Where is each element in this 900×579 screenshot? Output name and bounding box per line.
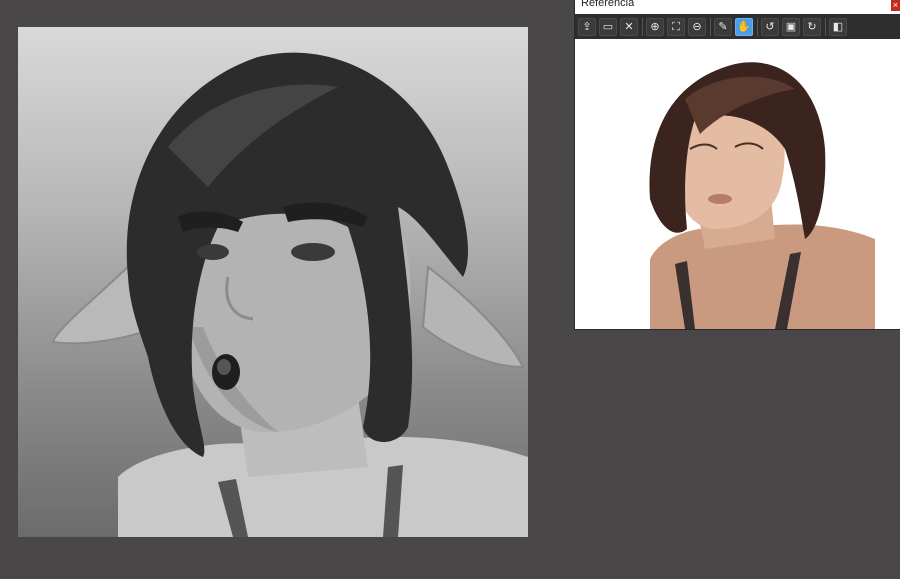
zoom-in-icon[interactable]: ⊕ [646,17,664,36]
rotate-right-icon[interactable]: ↻ [803,17,821,36]
eyedropper-icon[interactable]: ✎ [714,17,732,36]
flip-icon[interactable]: ◧ [829,17,847,36]
reference-titlebar[interactable]: Referencia × [575,0,900,14]
reference-portrait [649,62,875,329]
close-window-button[interactable]: × [891,0,900,11]
fit-icon[interactable]: ▣ [782,17,800,36]
toolbar-divider [757,17,758,36]
reference-toolbar: ⇪ ▭ ✕ ⊕ ⛶ ⊖ ✎ ✋ ↺ ▣ ↻ ◧ [575,14,900,39]
import-icon[interactable]: ⇪ [578,17,596,36]
reference-window[interactable]: Referencia × ⇪ ▭ ✕ ⊕ ⛶ ⊖ ✎ ✋ ↺ ▣ ↻ ◧ [575,0,900,329]
toolbar-divider [642,17,643,36]
close-icon[interactable]: ✕ [620,17,638,36]
toolbar-divider [825,17,826,36]
open-folder-icon[interactable]: ▭ [599,17,617,36]
hand-icon[interactable]: ✋ [735,17,753,36]
drawing-canvas[interactable] [18,27,528,537]
zoom-out-icon[interactable]: ⊖ [688,17,706,36]
fit-screen-icon[interactable]: ⛶ [667,17,685,36]
reference-image[interactable] [575,39,900,329]
reference-window-title: Referencia [581,0,635,9]
rotate-left-icon[interactable]: ↺ [761,17,779,36]
grayscale-painting [51,52,528,537]
toolbar-divider [710,17,711,36]
